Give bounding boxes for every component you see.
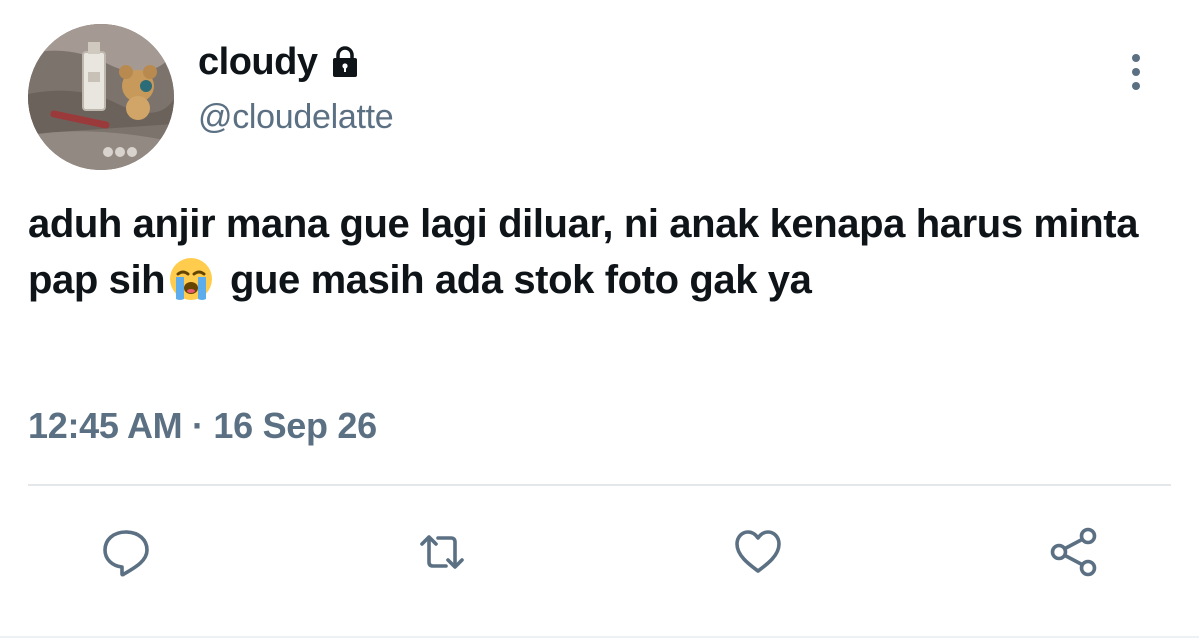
like-button[interactable] <box>726 520 790 584</box>
tweet-text: aduh anjir mana gue lagi diluar, ni anak… <box>28 196 1158 308</box>
vertical-ellipsis-icon <box>1132 54 1140 90</box>
more-options-button[interactable] <box>1123 50 1149 94</box>
display-name-row: cloudy <box>198 38 393 86</box>
tweet-header: cloudy @cloudelatte <box>28 20 1171 170</box>
heart-icon <box>735 530 781 573</box>
display-name[interactable]: cloudy <box>198 41 318 84</box>
share-button[interactable] <box>1042 520 1106 584</box>
lock-icon <box>327 44 363 80</box>
user-handle[interactable]: @cloudelatte <box>198 98 394 137</box>
tweet-timestamp[interactable]: 12:45 AM · 16 Sep 26 <box>28 405 377 447</box>
retweet-icon <box>420 535 464 569</box>
retweet-button[interactable] <box>410 520 474 584</box>
user-names: cloudy @cloudelatte <box>198 38 394 137</box>
tweet-text-part-2: gue masih ada stok foto gak ya <box>219 258 812 302</box>
profile-photo <box>28 24 174 170</box>
reply-button[interactable] <box>94 520 158 584</box>
divider <box>28 484 1171 486</box>
share-icon <box>1050 527 1097 577</box>
loudly-crying-face-icon <box>167 255 215 303</box>
avatar[interactable] <box>28 24 174 170</box>
tweet-actions <box>0 520 1199 584</box>
speech-bubble-icon <box>103 530 149 577</box>
